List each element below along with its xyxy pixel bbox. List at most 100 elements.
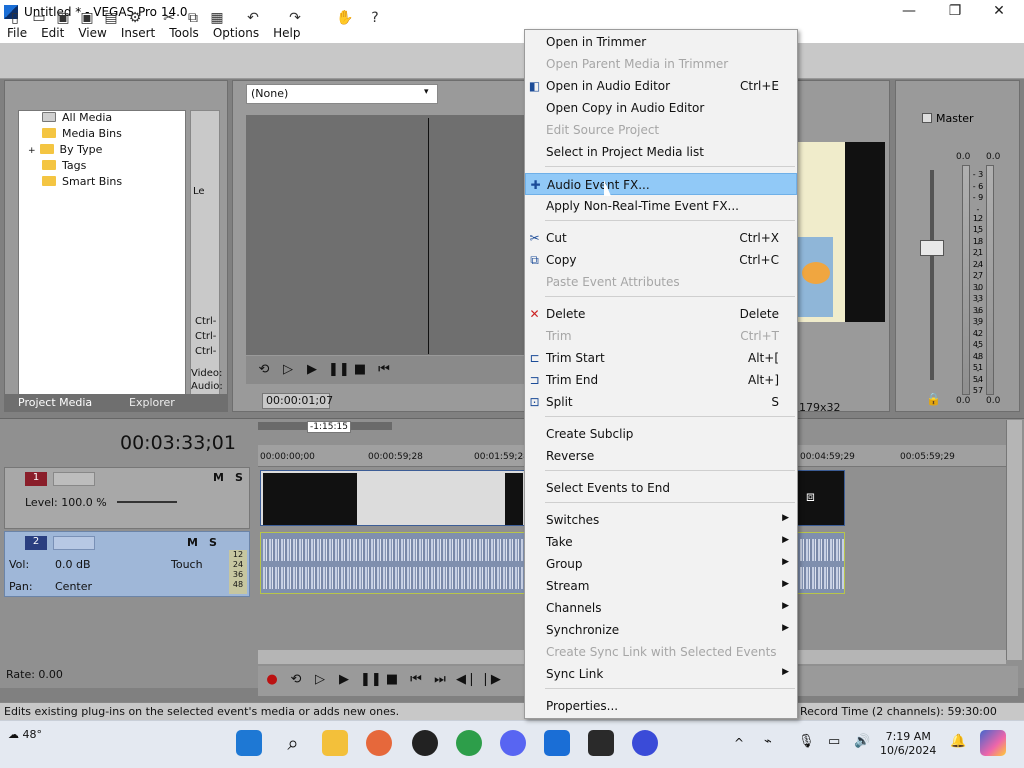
menu-item-copy[interactable]: ⧉ Copy Ctrl+C: [525, 249, 797, 271]
open-folder-icon[interactable]: ▭: [30, 9, 48, 27]
redo-icon[interactable]: ↷: [286, 9, 304, 27]
file-explorer-icon[interactable]: [322, 730, 348, 756]
firefox-icon[interactable]: [366, 730, 392, 756]
track-name-field[interactable]: [53, 472, 95, 486]
menu-item-create-subclip[interactable]: Create Subclip: [525, 423, 797, 445]
bell-icon[interactable]: 🔔: [950, 734, 966, 749]
menu-item-open-in-audio-editor[interactable]: ◧ Open in Audio Editor Ctrl+E: [525, 75, 797, 97]
menu-item-open-in-trimmer[interactable]: Open in Trimmer: [525, 31, 797, 53]
stop-icon[interactable]: ■: [384, 672, 400, 688]
menu-item-cut[interactable]: ✂ Cut Ctrl+X: [525, 227, 797, 249]
microphone-icon[interactable]: 🎙: [798, 734, 815, 749]
play-icon[interactable]: ▶: [336, 672, 352, 688]
master-fader-knob[interactable]: [920, 240, 944, 256]
loop-icon[interactable]: ⟲: [288, 672, 304, 688]
volume-icon[interactable]: 🔊: [854, 734, 870, 749]
scissors-icon[interactable]: ✂: [160, 9, 178, 27]
undo-icon[interactable]: ↶: [244, 9, 262, 27]
menu-item-group[interactable]: Group ▶: [525, 553, 797, 575]
display-icon[interactable]: ▭: [828, 734, 840, 749]
network-icon[interactable]: ⌁: [764, 734, 772, 749]
loop-icon[interactable]: ⟲: [256, 362, 272, 378]
copilot-icon[interactable]: [980, 730, 1006, 756]
play-icon[interactable]: ▶: [304, 362, 320, 378]
menu-insert[interactable]: Insert: [114, 26, 162, 40]
video-event[interactable]: [260, 470, 525, 526]
mute-button[interactable]: M: [187, 536, 198, 549]
system-clock[interactable]: 7:19 AM 10/6/2024: [880, 730, 936, 758]
tree-media-bins[interactable]: Media Bins: [42, 127, 122, 142]
level-slider[interactable]: [117, 501, 177, 503]
audio-event-end[interactable]: [797, 532, 845, 594]
go-to-start-icon[interactable]: ⏮: [408, 672, 424, 688]
menu-item-synchronize[interactable]: Synchronize ▶: [525, 619, 797, 641]
menu-item-stream[interactable]: Stream ▶: [525, 575, 797, 597]
menu-item-open-copy-in-audio-editor[interactable]: Open Copy in Audio Editor: [525, 97, 797, 119]
menu-item-reverse[interactable]: Reverse: [525, 445, 797, 467]
mute-button[interactable]: M: [213, 471, 224, 484]
gear-icon[interactable]: ⚙: [126, 9, 144, 27]
stop-icon[interactable]: ■: [352, 362, 368, 378]
audio-track-header[interactable]: 2 Vol: 0.0 dB Pan: Center Touch M S 12 24…: [4, 531, 250, 597]
solo-button[interactable]: S: [209, 536, 217, 549]
solo-button[interactable]: S: [235, 471, 243, 484]
chevron-down-icon[interactable]: ▾: [424, 87, 429, 97]
save-icon[interactable]: ▣: [54, 9, 72, 27]
menu-item-select-in-project-media-list[interactable]: Select in Project Media list: [525, 141, 797, 163]
menu-item-audio-event-fx[interactable]: ✚ Audio Event FX...: [525, 173, 797, 195]
minimize-button[interactable]: —: [886, 0, 932, 23]
trimmer-view[interactable]: [246, 115, 526, 355]
lock-icon[interactable]: 🔒: [926, 392, 941, 406]
discord-icon[interactable]: [500, 730, 526, 756]
master-checkbox[interactable]: [922, 113, 932, 123]
pause-icon[interactable]: ❚❚: [360, 672, 382, 688]
tree-tags[interactable]: Tags: [42, 159, 86, 174]
copy-icon[interactable]: ⧉: [184, 9, 202, 27]
timeline-vertical-scrollbar[interactable]: [1006, 420, 1022, 660]
menu-item-switches[interactable]: Switches ▶: [525, 509, 797, 531]
close-button[interactable]: ✕: [976, 0, 1022, 23]
play-from-start-icon[interactable]: ▷: [280, 362, 296, 378]
menu-file[interactable]: File: [0, 26, 34, 40]
trimmer-source-dropdown[interactable]: (None): [246, 84, 438, 104]
tab-explorer[interactable]: Explorer: [129, 395, 175, 411]
tree-all-media[interactable]: All Media: [42, 111, 113, 126]
menu-view[interactable]: View: [71, 26, 113, 40]
video-event-end[interactable]: ⧈: [797, 470, 845, 526]
menu-item-delete[interactable]: ✕ Delete Delete: [525, 303, 797, 325]
audio-event[interactable]: [260, 532, 525, 594]
vegas-taskbar-icon[interactable]: [544, 730, 570, 756]
menu-edit[interactable]: Edit: [34, 26, 71, 40]
search-icon[interactable]: ⌕: [280, 730, 306, 756]
next-frame-icon[interactable]: ❘▶: [480, 672, 501, 688]
menu-tools[interactable]: Tools: [162, 26, 206, 40]
menu-item-trim-end[interactable]: ⊐ Trim End Alt+]: [525, 369, 797, 391]
menu-item-select-events-to-end[interactable]: Select Events to End: [525, 477, 797, 499]
app-icon[interactable]: [588, 730, 614, 756]
save-as-icon[interactable]: ▣: [78, 9, 96, 27]
prev-frame-icon[interactable]: ◀❘: [456, 672, 477, 688]
play-from-start-icon[interactable]: ▷: [312, 672, 328, 688]
tab-project-media[interactable]: Project Media: [18, 395, 92, 411]
app-icon[interactable]: [412, 730, 438, 756]
menu-options[interactable]: Options: [206, 26, 266, 40]
help-icon[interactable]: ?: [366, 9, 384, 27]
menu-item-properties[interactable]: Properties...: [525, 695, 797, 717]
menu-help[interactable]: Help: [266, 26, 307, 40]
menu-item-trim-start[interactable]: ⊏ Trim Start Alt+[: [525, 347, 797, 369]
pause-icon[interactable]: ❚❚: [328, 362, 350, 378]
automation-mode[interactable]: Touch: [171, 558, 203, 571]
chrome-icon[interactable]: [456, 730, 482, 756]
chevron-up-icon[interactable]: ^: [734, 736, 744, 750]
new-file-icon[interactable]: ▯: [6, 9, 24, 27]
render-icon[interactable]: ▤: [102, 9, 120, 27]
menu-item-take[interactable]: Take ▶: [525, 531, 797, 553]
video-track-header[interactable]: 1 Level: 100.0 % M S: [4, 467, 250, 529]
paste-icon[interactable]: ▦: [208, 9, 226, 27]
weather-widget[interactable]: ☁ 48°: [8, 728, 42, 741]
tree-smart-bins[interactable]: Smart Bins: [42, 175, 122, 190]
start-button-icon[interactable]: [236, 730, 262, 756]
audio-app-icon[interactable]: [632, 730, 658, 756]
track-name-field[interactable]: [53, 536, 95, 550]
menu-item-apply-non-real-time-event-fx[interactable]: Apply Non-Real-Time Event FX...: [525, 195, 797, 217]
